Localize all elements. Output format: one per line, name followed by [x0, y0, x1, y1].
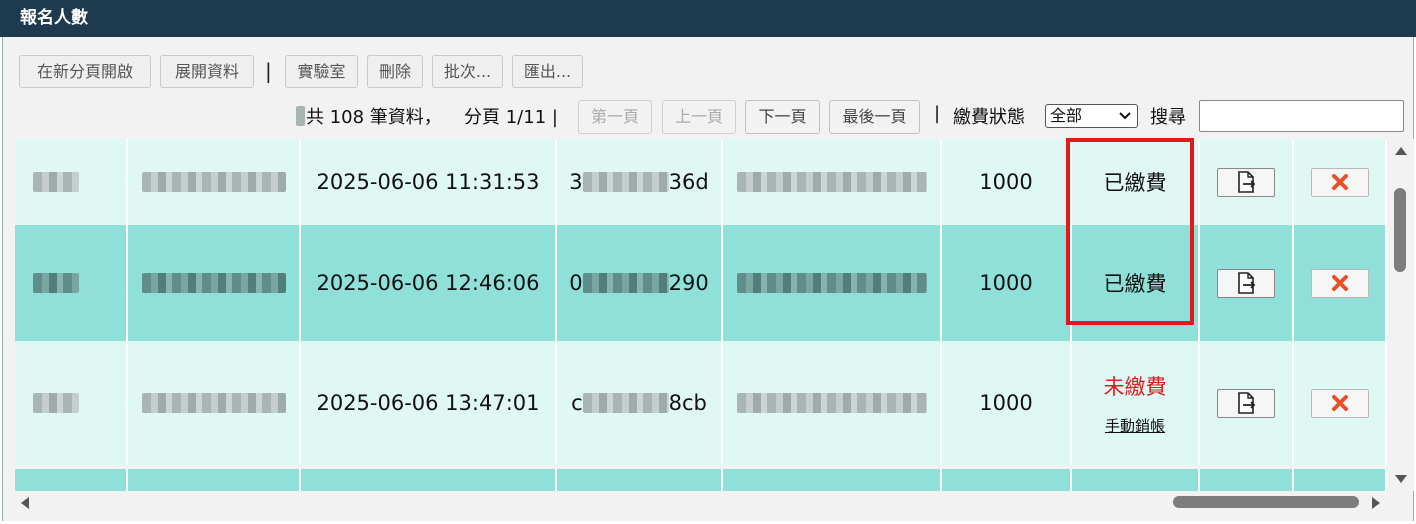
document-arrow-icon[interactable] — [1217, 167, 1275, 197]
first-page-button[interactable]: 第一頁 — [578, 100, 652, 134]
table-row[interactable] — [15, 469, 1387, 491]
delete-cell — [1294, 225, 1387, 341]
code-cell: c 8cb — [557, 341, 723, 465]
name-cell — [15, 341, 128, 465]
search-label: 搜尋 — [1150, 107, 1186, 128]
redacted-code — [582, 172, 669, 192]
triangle-up-icon[interactable] — [1394, 146, 1408, 158]
name-cell — [15, 225, 128, 341]
status-cell: 未繳費 手動銷帳 — [1072, 341, 1200, 465]
redacted-id — [141, 273, 286, 293]
amount-cell: 1000 — [942, 139, 1072, 225]
table-row[interactable]: 2025-06-06 12:46:06 0 290 1000 已繳費 — [15, 225, 1387, 341]
table-row[interactable]: 2025-06-06 11:31:53 3 36d 1000 已繳費 — [15, 139, 1387, 225]
redacted-name — [32, 393, 79, 413]
code-prefix: 0 — [569, 271, 583, 295]
code-suffix: 8cb — [668, 391, 707, 415]
id-cell — [128, 139, 301, 225]
cell — [128, 469, 301, 491]
export-button[interactable]: 匯出... — [512, 55, 583, 88]
cell — [301, 469, 557, 491]
id-cell — [128, 225, 301, 341]
payment-status-value: 全部 — [1050, 106, 1083, 125]
cell — [1200, 469, 1294, 491]
redacted-email — [736, 273, 927, 293]
payment-status: 已繳費 — [1103, 272, 1167, 296]
cell — [15, 469, 128, 491]
time-cell: 2025-06-06 11:31:53 — [301, 139, 557, 225]
redacted-email — [736, 172, 927, 192]
code-prefix: c — [571, 391, 583, 415]
vertical-scroll-thumb[interactable] — [1394, 188, 1406, 272]
cell — [723, 469, 942, 491]
code-suffix: 36d — [668, 170, 709, 194]
triangle-right-icon[interactable] — [1371, 496, 1381, 512]
time-cell: 2025-06-06 12:46:06 — [301, 225, 557, 341]
delete-cell — [1294, 139, 1387, 225]
delete-cell — [1294, 341, 1387, 465]
amount-cell: 1000 — [942, 341, 1072, 465]
code-prefix: 3 — [569, 170, 583, 194]
name-cell — [15, 139, 128, 225]
document-arrow-icon[interactable] — [1217, 388, 1275, 418]
record-count: 共 108 筆資料， — [306, 107, 442, 128]
cell — [1072, 469, 1200, 491]
pager-separator: | — [934, 103, 941, 124]
status-cell: 已繳費 — [1072, 225, 1200, 341]
expand-data-button[interactable]: 展開資料 — [160, 55, 254, 88]
cell — [942, 469, 1072, 491]
triangle-down-icon[interactable] — [1394, 474, 1408, 486]
redacted-email — [736, 393, 927, 413]
payment-status-select[interactable]: 全部 — [1045, 104, 1138, 128]
redacted-code — [582, 273, 669, 293]
redacted-text — [296, 106, 305, 126]
batch-button[interactable]: 批次... — [432, 55, 503, 88]
redacted-name — [32, 172, 79, 192]
time-cell: 2025-06-06 13:47:01 — [301, 341, 557, 465]
redacted-name — [32, 273, 79, 293]
redacted-code — [582, 393, 669, 413]
cell — [1294, 469, 1387, 491]
search-input[interactable] — [1199, 100, 1404, 132]
red-x-icon[interactable] — [1310, 388, 1369, 418]
window-title: 報名人數 — [0, 0, 1416, 37]
email-cell — [723, 139, 942, 225]
open-cell — [1200, 225, 1294, 341]
page-indicator: 分頁 1/11 | — [464, 107, 558, 128]
toolbar-separator: | — [265, 59, 272, 83]
redacted-id — [141, 172, 286, 192]
status-cell: 已繳費 — [1072, 139, 1200, 225]
next-page-button[interactable]: 下一頁 — [745, 100, 820, 134]
payment-status: 已繳費 — [1103, 171, 1167, 195]
red-x-icon[interactable] — [1310, 167, 1369, 197]
chevron-down-icon — [1119, 105, 1131, 134]
open-cell — [1200, 139, 1294, 225]
redacted-id — [141, 393, 286, 413]
triangle-left-icon[interactable] — [20, 496, 30, 512]
id-cell — [128, 341, 301, 465]
manual-write-off-link[interactable]: 手動銷帳 — [1105, 415, 1165, 436]
open-cell — [1200, 341, 1294, 465]
payment-status: 未繳費 — [1103, 374, 1167, 399]
email-cell — [723, 225, 942, 341]
lab-button[interactable]: 實驗室 — [285, 55, 358, 88]
red-x-icon[interactable] — [1310, 268, 1369, 298]
cell — [557, 469, 723, 491]
open-in-new-tab-button[interactable]: 在新分頁開啟 — [19, 55, 151, 88]
registrations-table: 2025-06-06 11:31:53 3 36d 1000 已繳費 2025-0… — [15, 139, 1387, 491]
amount-cell: 1000 — [942, 225, 1072, 341]
code-cell: 0 290 — [557, 225, 723, 341]
payment-status-label: 繳費狀態 — [953, 107, 1025, 128]
document-arrow-icon[interactable] — [1217, 268, 1275, 298]
delete-button[interactable]: 刪除 — [367, 55, 423, 88]
code-cell: 3 36d — [557, 139, 723, 225]
table-row[interactable]: 2025-06-06 13:47:01 c 8cb 1000 未繳費 手動銷帳 — [15, 341, 1387, 465]
last-page-button[interactable]: 最後一頁 — [829, 100, 920, 134]
prev-page-button[interactable]: 上一頁 — [662, 100, 736, 134]
code-suffix: 290 — [668, 271, 709, 295]
email-cell — [723, 341, 942, 465]
horizontal-scroll-thumb[interactable] — [1173, 496, 1359, 508]
